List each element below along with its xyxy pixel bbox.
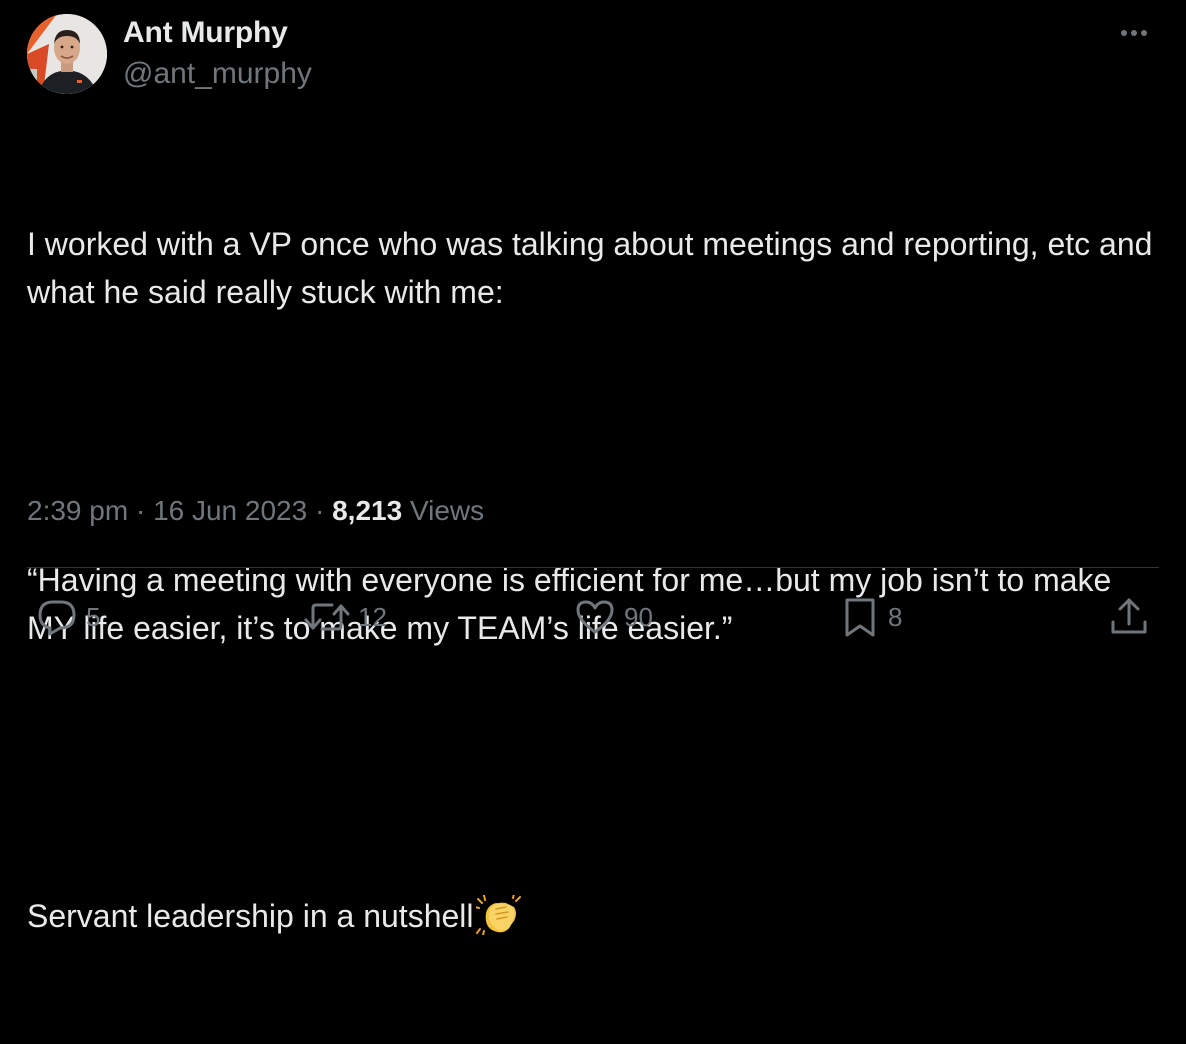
more-options-button[interactable] (1118, 18, 1154, 48)
tweet-paragraph-3-text: Servant leadership in a nutshell (27, 898, 474, 934)
avatar[interactable] (27, 14, 107, 94)
tweet-date[interactable]: 16 Jun 2023 (153, 495, 307, 526)
repost-arrows-icon (304, 603, 350, 631)
clapping-hands-icon (473, 893, 522, 948)
views-label: Views (409, 495, 485, 526)
repost-count: 12 (358, 601, 387, 632)
like-count: 90 (624, 601, 653, 632)
tweet-body: I worked with a VP once who was talking … (27, 124, 1162, 1044)
author-handle[interactable]: @ant_murphy (123, 57, 312, 91)
tweet-metadata: 2:39 pm · 16 Jun 2023 · 8,213 Views (27, 495, 484, 527)
meta-separator: · (135, 495, 146, 526)
reply-count: 5 (86, 601, 101, 632)
author-display-name[interactable]: Ant Murphy (123, 16, 288, 50)
more-dots-icon (1121, 30, 1147, 36)
meta-separator: · (314, 495, 325, 526)
share-upload-icon (1111, 598, 1147, 634)
bookmark-count: 8 (888, 601, 903, 632)
reply-bubble-icon (38, 600, 76, 636)
repost-button[interactable]: 12 (304, 595, 387, 639)
like-button[interactable]: 90 (574, 595, 653, 639)
views-count: 8,213 (332, 495, 403, 526)
tweet-card: Ant Murphy @ant_murphy I worked with a V… (0, 0, 1186, 936)
tweet-paragraph-1: I worked with a VP once who was talking … (27, 226, 1162, 310)
divider (27, 567, 1159, 568)
bookmark-button[interactable]: 8 (842, 595, 902, 639)
tweet-time[interactable]: 2:39 pm (27, 495, 128, 526)
tweet-paragraph-3: Servant leadership in a nutshell (27, 892, 1162, 948)
bookmark-icon (845, 598, 875, 637)
heart-icon (576, 600, 614, 634)
reply-button[interactable]: 5 (36, 595, 100, 639)
share-button[interactable] (1108, 595, 1150, 639)
